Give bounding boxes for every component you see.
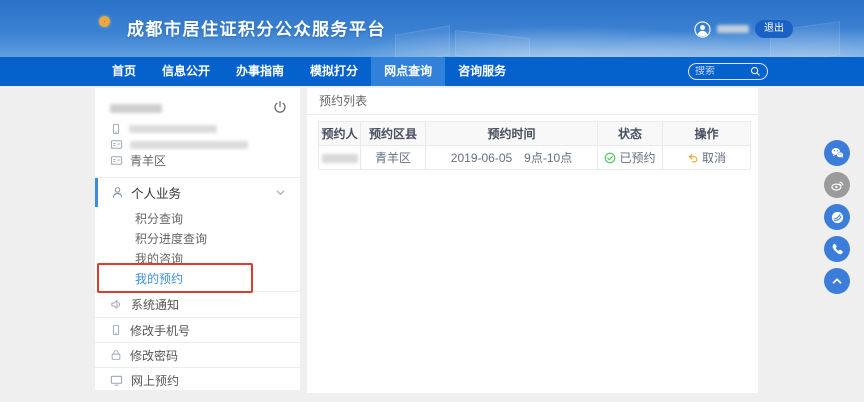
menu-item-label: 系统通知	[131, 296, 179, 313]
logout-button[interactable]: 退出	[755, 20, 793, 38]
cell-time: 2019-06-05 9点-10点	[426, 146, 598, 170]
main-nav: 首页 信息公开 办事指南 模拟打分 网点查询 咨询服务	[0, 57, 864, 86]
search-box	[688, 63, 768, 80]
weibo-icon	[830, 178, 845, 193]
cell-status: 已预约	[598, 146, 663, 170]
sidebar-item-change-password[interactable]: 修改密码	[95, 342, 300, 367]
sidebar-item-my-appointments[interactable]: 我的预约	[95, 269, 300, 289]
user-area: 退出	[694, 20, 793, 38]
user-district-row: 青羊区	[110, 152, 166, 169]
platform-logo	[99, 16, 110, 27]
cell-appointee	[319, 146, 361, 170]
nav-item-service-guide[interactable]: 办事指南	[223, 57, 297, 86]
status-check-icon	[604, 152, 616, 164]
panel-title: 预约列表	[307, 88, 758, 115]
nav-item-consult-service[interactable]: 咨询服务	[445, 57, 519, 86]
power-logout-icon[interactable]	[273, 100, 287, 114]
nav-item-mock-scoring[interactable]: 模拟打分	[297, 57, 371, 86]
nav-item-info-disclosure[interactable]: 信息公开	[149, 57, 223, 86]
user-district-label: 青羊区	[130, 152, 166, 169]
status-badge: 已预约	[619, 149, 655, 166]
sidebar-item-change-phone[interactable]: 修改手机号	[95, 317, 300, 342]
chevron-up-icon	[830, 274, 844, 288]
group-label: 个人业务	[131, 183, 181, 202]
wechat-button[interactable]	[824, 140, 850, 166]
user-avatar-icon[interactable]	[694, 21, 711, 38]
search-input[interactable]	[695, 66, 750, 77]
sidebar-item-my-consultations[interactable]: 我的咨询	[95, 249, 300, 269]
col-header-action: 操作	[663, 122, 751, 146]
mobile-icon	[110, 123, 122, 135]
menu-item-label: 修改密码	[130, 347, 178, 364]
chevron-down-icon	[275, 187, 286, 198]
sidebar-item-system-notice[interactable]: 系统通知	[95, 292, 300, 317]
col-header-appointee: 预约人	[319, 122, 361, 146]
revoke-icon	[687, 152, 699, 164]
user-phone-row	[110, 123, 217, 135]
id-card-icon	[110, 138, 123, 151]
id-number-redacted	[130, 141, 248, 149]
main-panel: 预约列表 预约人 预约区县 预约时间 状态 操作 青羊区 2019-06-05 …	[307, 88, 758, 393]
username-redacted	[717, 25, 749, 33]
sidebar-item-points-progress-query[interactable]: 积分进度查询	[95, 229, 300, 249]
phone-icon	[830, 242, 844, 256]
speaker-icon	[110, 298, 123, 311]
phone-number-redacted	[129, 125, 217, 133]
table-row: 青羊区 2019-06-05 9点-10点 已预约 取消	[319, 146, 751, 170]
sidebar-sub-menu: 积分查询 积分进度查询 我的咨询 我的预约	[95, 207, 300, 292]
sidebar-item-points-query[interactable]: 积分查询	[95, 209, 300, 229]
table-header-row: 预约人 预约区县 预约时间 状态 操作	[319, 122, 751, 146]
weibo-button[interactable]	[824, 172, 850, 198]
wechat-icon	[830, 146, 845, 161]
page-title: 成都市居住证积分公众服务平台	[127, 15, 386, 40]
cell-action: 取消	[663, 146, 751, 170]
cancel-appointment-button[interactable]: 取消	[687, 149, 726, 166]
district-card-icon	[110, 154, 123, 167]
cancel-label: 取消	[702, 149, 726, 166]
menu-item-label: 网上预约	[131, 372, 179, 389]
sidebar-group-personal-business[interactable]: 个人业务	[95, 178, 300, 207]
appointments-table: 预约人 预约区县 预约时间 状态 操作 青羊区 2019-06-05 9点-10…	[318, 121, 751, 170]
header-banner: 成都市居住证积分公众服务平台 退出	[0, 0, 864, 57]
user-id-row	[110, 138, 248, 151]
col-header-status: 状态	[598, 122, 663, 146]
appointee-name-redacted	[322, 154, 358, 163]
col-header-time: 预约时间	[426, 122, 598, 146]
service-app-icon	[830, 210, 845, 225]
nav-item-home[interactable]: 首页	[99, 57, 149, 86]
banner-building-graphic	[455, 30, 530, 57]
banner-building-graphic	[395, 25, 450, 57]
nav-item-outlet-query[interactable]: 网点查询	[371, 57, 445, 86]
menu-item-label: 修改手机号	[130, 322, 190, 339]
person-icon	[111, 186, 124, 199]
sidebar-item-online-appointment[interactable]: 网上预约	[95, 367, 300, 390]
sidebar-panel: 青羊区 个人业务 积分查询 积分进度查询 我的咨询 我的预约 系统通知 修改手机…	[95, 88, 300, 390]
floating-toolbar	[824, 140, 850, 300]
back-to-top-button[interactable]	[824, 268, 850, 294]
service-app-button[interactable]	[824, 204, 850, 230]
mobile-icon	[110, 324, 122, 336]
col-header-district: 预约区县	[361, 122, 426, 146]
user-info-card: 青羊区	[95, 88, 300, 178]
search-icon[interactable]	[750, 66, 761, 77]
user-name-redacted	[110, 104, 162, 113]
lock-icon	[110, 349, 122, 361]
phone-button[interactable]	[824, 236, 850, 262]
monitor-icon	[110, 374, 123, 387]
cell-district: 青羊区	[361, 146, 426, 170]
